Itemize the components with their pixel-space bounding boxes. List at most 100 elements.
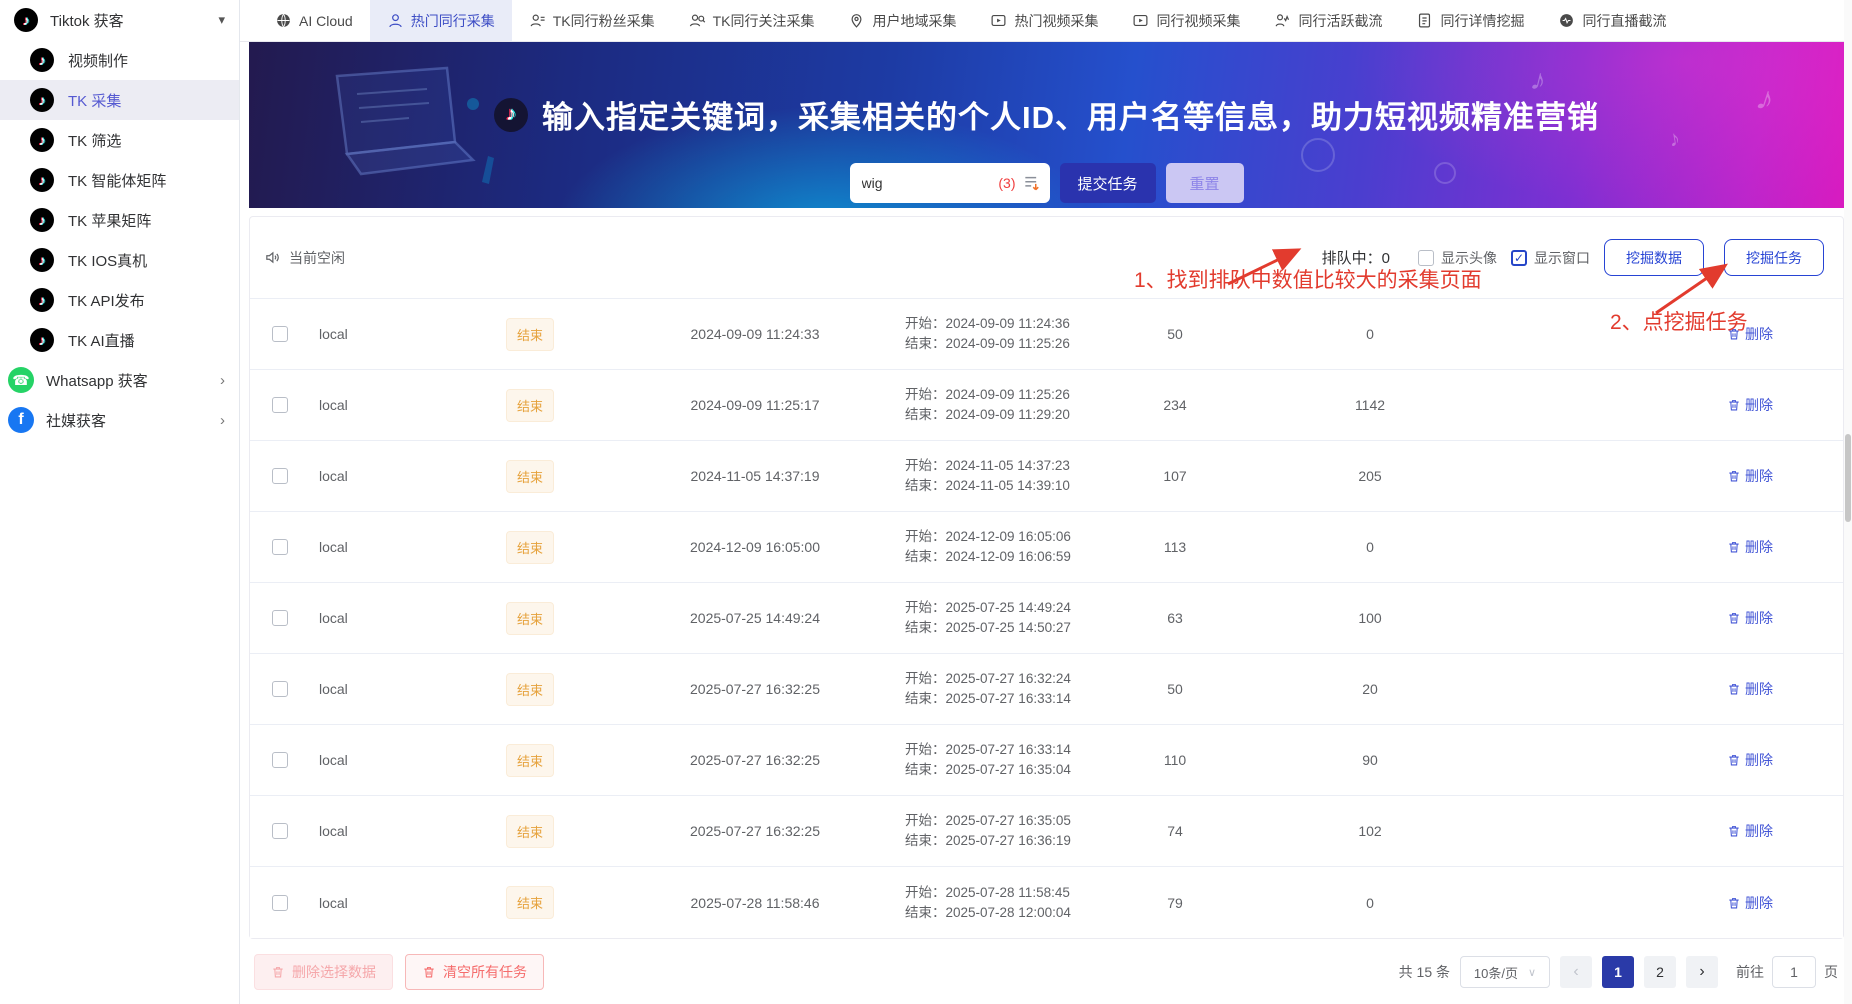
- row-checkbox[interactable]: [272, 752, 288, 768]
- row-start-time: 开始：2024-09-09 11:24:36: [905, 314, 1075, 334]
- show-window-checkbox-group[interactable]: ✓ 显示窗口: [1511, 248, 1590, 268]
- tab-item[interactable]: 同行视频采集: [1115, 0, 1257, 41]
- tab-icon: [848, 12, 865, 29]
- tab-item[interactable]: TK同行粉丝采集: [512, 0, 672, 41]
- row-checkbox[interactable]: [272, 468, 288, 484]
- task-toolbar: 当前空闲 排队中：0 显示头像 ✓ 显示窗口 挖掘数据 挖掘任务: [250, 217, 1843, 299]
- status-badge: 结束: [506, 460, 554, 493]
- task-card: 当前空闲 排队中：0 显示头像 ✓ 显示窗口 挖掘数据 挖掘任务: [249, 216, 1844, 939]
- row-count-collected: 234: [1075, 397, 1275, 413]
- chevron-right-icon: ›: [220, 372, 225, 389]
- row-count-mined: 100: [1275, 610, 1465, 626]
- row-count-collected: 79: [1075, 895, 1275, 911]
- delete-row-link[interactable]: 删除: [1727, 679, 1773, 699]
- status-badge: 结束: [506, 602, 554, 635]
- delete-row-link[interactable]: 删除: [1727, 893, 1773, 913]
- row-created-time: 2024-09-09 11:24:33: [605, 326, 905, 342]
- mine-task-button[interactable]: 挖掘任务: [1724, 239, 1824, 276]
- status-badge: 结束: [506, 389, 554, 422]
- tiktok-icon: ♪: [30, 208, 54, 232]
- row-start-time: 开始：2024-11-05 14:37:23: [905, 456, 1075, 476]
- app-window: ♪ Tiktok 获客 ▾ ♪ 视频制作 ♪ TK 采集 ♪ TK 筛选: [0, 0, 1852, 1004]
- row-checkbox[interactable]: [272, 539, 288, 555]
- scrollbar-thumb[interactable]: [1845, 434, 1851, 522]
- sidebar-item[interactable]: ♪ TK API发布: [0, 280, 239, 320]
- chevron-right-icon: ›: [220, 412, 225, 429]
- main-area: AI Cloud 热门同行采集 TK同行粉丝采集 TK同行关注采集: [240, 0, 1852, 1004]
- delete-label: 删除: [1745, 537, 1773, 557]
- sidebar-item-label: TK 苹果矩阵: [68, 210, 151, 231]
- mine-data-button[interactable]: 挖掘数据: [1604, 239, 1704, 276]
- import-list-icon[interactable]: [1022, 173, 1042, 193]
- keyword-input[interactable]: [862, 175, 993, 191]
- tab-item[interactable]: TK同行关注采集: [672, 0, 832, 41]
- sidebar-item-whatsapp[interactable]: ☎ Whatsapp 获客 ›: [0, 360, 239, 400]
- checkbox-checked-icon[interactable]: ✓: [1511, 250, 1527, 266]
- status-badge: 结束: [506, 531, 554, 564]
- prev-page-button[interactable]: ‹: [1560, 956, 1592, 988]
- delete-row-link[interactable]: 删除: [1727, 395, 1773, 415]
- row-checkbox[interactable]: [272, 610, 288, 626]
- delete-row-link[interactable]: 删除: [1727, 750, 1773, 770]
- sidebar-item[interactable]: ♪ TK AI直播: [0, 320, 239, 360]
- row-time-range: 开始：2024-09-09 11:24:36 结束：2024-09-09 11:…: [905, 314, 1075, 354]
- row-source: local: [305, 895, 455, 911]
- row-created-time: 2025-07-25 14:49:24: [605, 610, 905, 626]
- sidebar-item-social[interactable]: f 社媒获客 ›: [0, 400, 239, 440]
- page-2-button[interactable]: 2: [1644, 956, 1676, 988]
- row-checkbox[interactable]: [272, 823, 288, 839]
- tab-item[interactable]: 热门视频采集: [973, 0, 1115, 41]
- sidebar-item-label: TK API发布: [68, 290, 145, 311]
- delete-selected-button[interactable]: 删除选择数据: [254, 954, 393, 990]
- facebook-icon: f: [8, 407, 34, 433]
- delete-label: 删除: [1745, 466, 1773, 486]
- tab-item[interactable]: 热门同行采集: [370, 0, 512, 41]
- sidebar-item[interactable]: ♪ TK 筛选: [0, 120, 239, 160]
- tab-icon: [529, 12, 546, 29]
- sidebar-item[interactable]: ♪ TK 苹果矩阵: [0, 200, 239, 240]
- delete-label: 删除: [1745, 893, 1773, 913]
- row-checkbox[interactable]: [272, 681, 288, 697]
- goto-page-input[interactable]: [1772, 956, 1816, 988]
- next-page-button[interactable]: ›: [1686, 956, 1718, 988]
- delete-row-link[interactable]: 删除: [1727, 821, 1773, 841]
- row-created-time: 2025-07-27 16:32:25: [605, 681, 905, 697]
- sidebar-item[interactable]: ♪ TK IOS真机: [0, 240, 239, 280]
- sidebar-item[interactable]: ♪ 视频制作: [0, 40, 239, 80]
- chevron-down-icon: ▾: [218, 12, 225, 28]
- row-checkbox[interactable]: [272, 895, 288, 911]
- reset-button[interactable]: 重置: [1166, 163, 1244, 203]
- tab-icon: [387, 12, 404, 29]
- circle-deco: [1301, 138, 1335, 172]
- tab-item[interactable]: 同行详情挖掘: [1399, 0, 1541, 41]
- submit-task-button[interactable]: 提交任务: [1060, 163, 1156, 203]
- tab-item[interactable]: AI Cloud: [258, 0, 370, 41]
- clear-all-tasks-button[interactable]: 清空所有任务: [405, 954, 544, 990]
- row-source: local: [305, 468, 455, 484]
- tab-item[interactable]: 同行直播截流: [1541, 0, 1683, 41]
- row-checkbox[interactable]: [272, 397, 288, 413]
- annotation-note-2: 2、点挖掘任务: [1610, 306, 1748, 336]
- sidebar-root-tiktok[interactable]: ♪ Tiktok 获客 ▾: [0, 0, 239, 40]
- table-row: local 结束 2025-07-27 16:32:25 开始：2025-07-…: [250, 725, 1843, 796]
- row-created-time: 2024-11-05 14:37:19: [605, 468, 905, 484]
- sidebar-item-label: TK 筛选: [68, 130, 121, 151]
- row-start-time: 开始：2025-07-25 14:49:24: [905, 598, 1075, 618]
- row-end-time: 结束：2025-07-25 14:50:27: [905, 618, 1075, 638]
- tab-label: 热门同行采集: [411, 11, 495, 31]
- sidebar-item[interactable]: ♪ TK 采集: [0, 80, 239, 120]
- row-checkbox[interactable]: [272, 326, 288, 342]
- trash-icon: [422, 965, 436, 979]
- delete-row-link[interactable]: 删除: [1727, 466, 1773, 486]
- footer-bar: 删除选择数据 清空所有任务 共 15 条 10条/页 ∨ ‹ 1 2 ›: [249, 952, 1844, 992]
- delete-row-link[interactable]: 删除: [1727, 608, 1773, 628]
- table-row: local 结束 2025-07-27 16:32:25 开始：2025-07-…: [250, 654, 1843, 725]
- tab-item[interactable]: 同行活跃截流: [1257, 0, 1399, 41]
- status-badge: 结束: [506, 744, 554, 777]
- page-size-select[interactable]: 10条/页 ∨: [1460, 956, 1550, 988]
- sidebar-item[interactable]: ♪ TK 智能体矩阵: [0, 160, 239, 200]
- page-1-button[interactable]: 1: [1602, 956, 1634, 988]
- delete-row-link[interactable]: 删除: [1727, 537, 1773, 557]
- vertical-scrollbar[interactable]: [1844, 0, 1852, 1004]
- tab-item[interactable]: 用户地域采集: [831, 0, 973, 41]
